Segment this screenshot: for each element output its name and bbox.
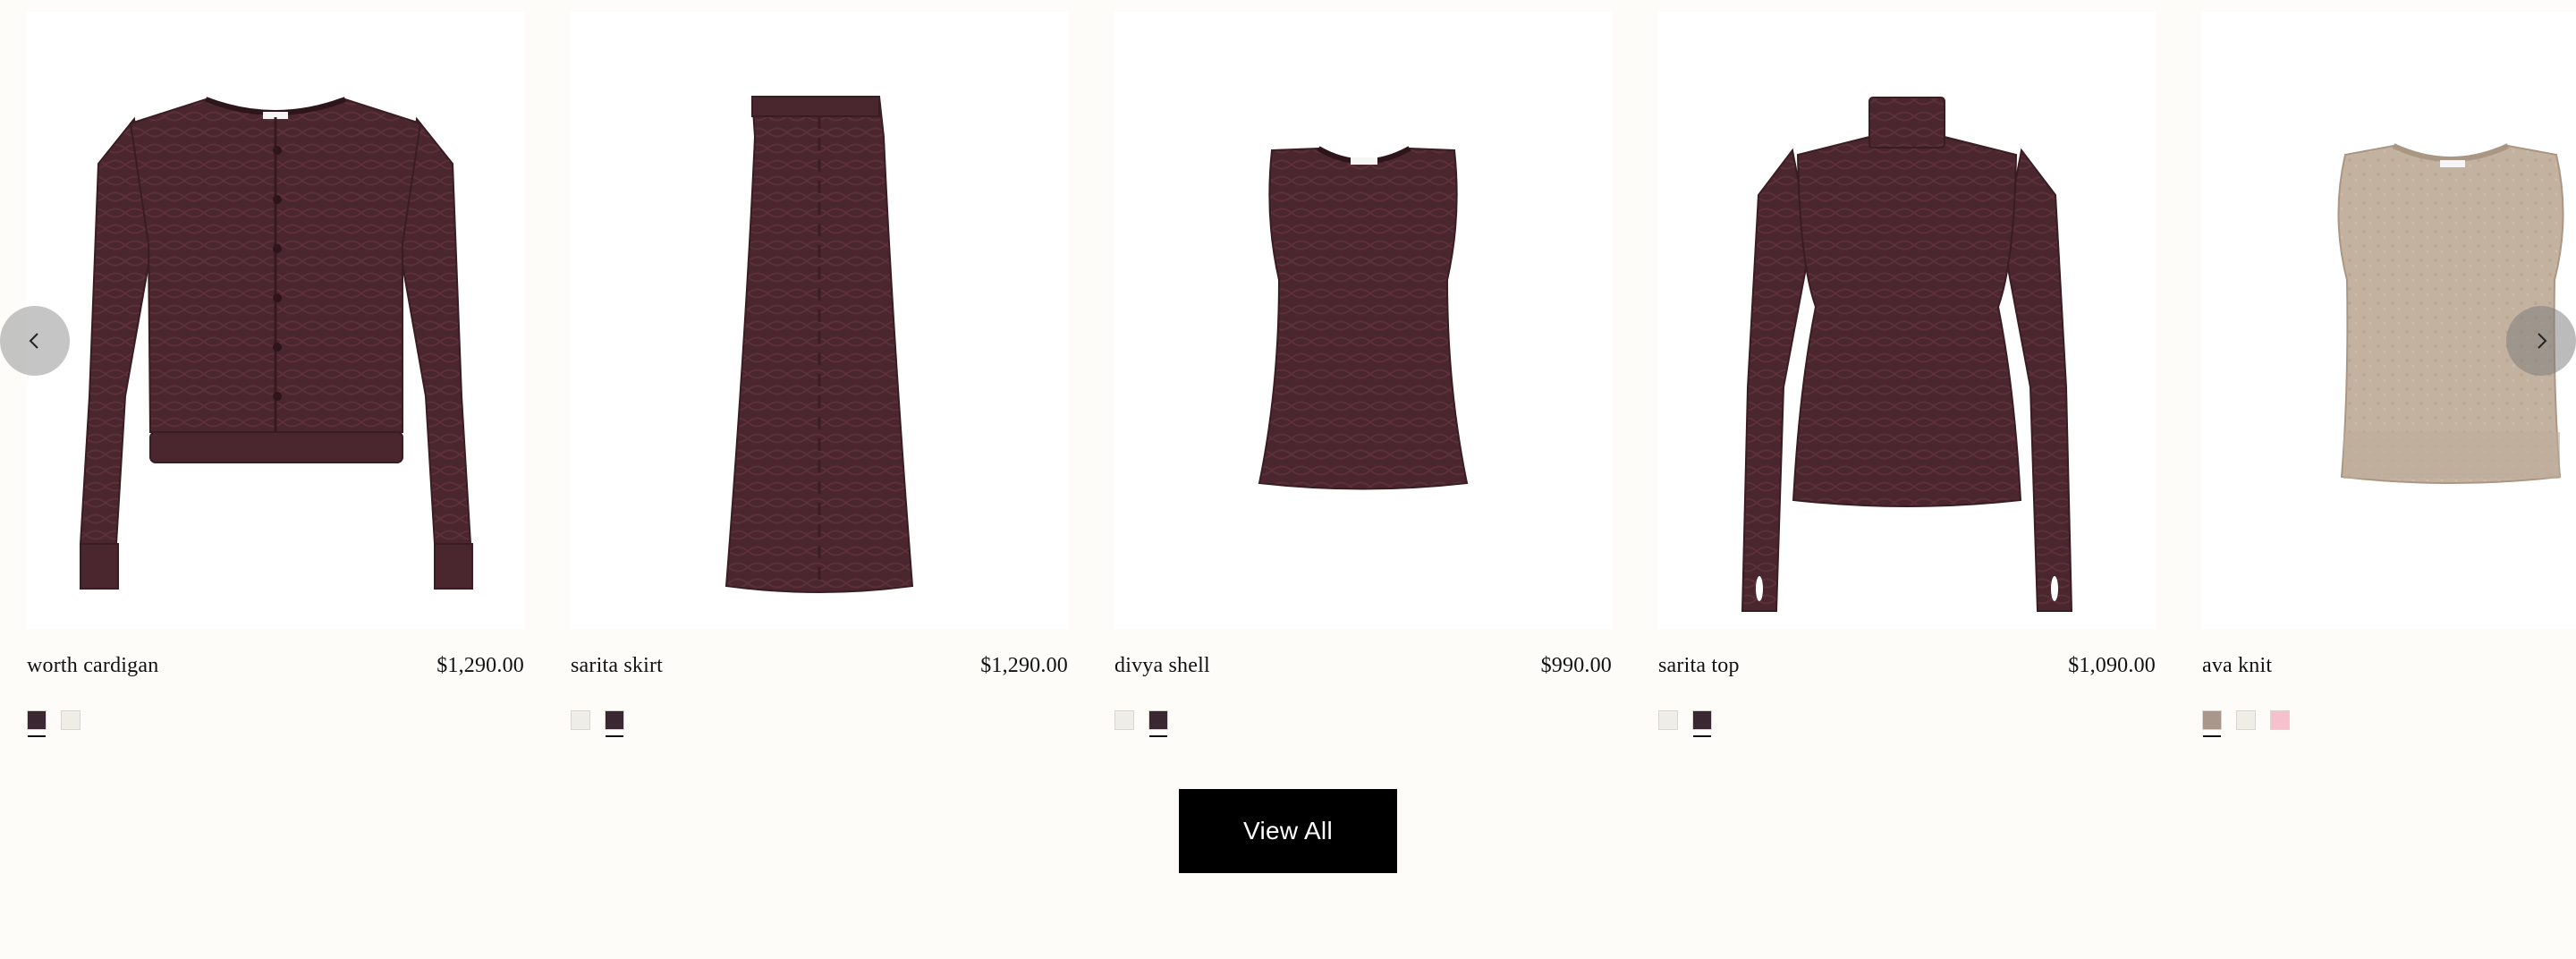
product-card[interactable]: ava knit: [2202, 12, 2576, 737]
carousel-prev-button[interactable]: [0, 306, 70, 376]
color-swatch-plum[interactable]: [1148, 710, 1168, 737]
product-price: $1,290.00: [436, 654, 524, 677]
product-price: $1,290.00: [980, 654, 1068, 677]
color-swatch-ivory[interactable]: [571, 710, 590, 730]
carousel-next-button[interactable]: [2506, 306, 2576, 376]
color-swatch-taupe[interactable]: [2202, 710, 2222, 737]
chevron-left-icon: [29, 333, 38, 349]
color-swatches: [1658, 710, 2156, 737]
color-swatch-ivory[interactable]: [61, 710, 80, 730]
product-image[interactable]: [27, 12, 524, 629]
view-all-button[interactable]: View All: [1179, 789, 1397, 873]
color-swatches: [571, 710, 1068, 737]
product-name[interactable]: worth cardigan: [27, 654, 158, 678]
color-swatch-ivory[interactable]: [2236, 710, 2256, 730]
color-swatch-ivory[interactable]: [1658, 710, 1678, 730]
product-name[interactable]: ava knit: [2202, 654, 2272, 678]
color-swatches: [2202, 710, 2576, 737]
color-swatch-pink[interactable]: [2270, 710, 2290, 730]
product-card[interactable]: worth cardigan $1,290.00: [27, 12, 524, 737]
color-swatch-ivory[interactable]: [1114, 710, 1134, 730]
color-swatch-plum[interactable]: [605, 710, 624, 737]
color-swatches: [1114, 710, 1612, 737]
product-card[interactable]: divya shell $990.00: [1114, 12, 1612, 737]
product-image[interactable]: [1658, 12, 2156, 629]
product-image[interactable]: [1114, 12, 1612, 629]
color-swatch-plum[interactable]: [27, 710, 47, 737]
product-name[interactable]: sarita skirt: [571, 654, 663, 678]
product-card[interactable]: sarita skirt $1,290.00: [571, 12, 1068, 737]
product-card[interactable]: sarita top $1,090.00: [1658, 12, 2156, 737]
color-swatches: [27, 710, 524, 737]
product-name[interactable]: sarita top: [1658, 654, 1740, 678]
product-name[interactable]: divya shell: [1114, 654, 1210, 678]
color-swatch-plum[interactable]: [1692, 710, 1712, 737]
cardigan-image: [79, 97, 473, 590]
product-price: $1,090.00: [2068, 654, 2156, 677]
shell-top-image: [1258, 146, 1469, 490]
product-image[interactable]: [571, 12, 1068, 629]
skirt-image: [724, 96, 914, 593]
chevron-right-icon: [2538, 333, 2547, 349]
product-price: $990.00: [1540, 654, 1612, 677]
turtleneck-image: [1741, 97, 2073, 612]
product-carousel: worth cardigan $1,290.00 sarita skirt $1…: [0, 0, 2576, 769]
